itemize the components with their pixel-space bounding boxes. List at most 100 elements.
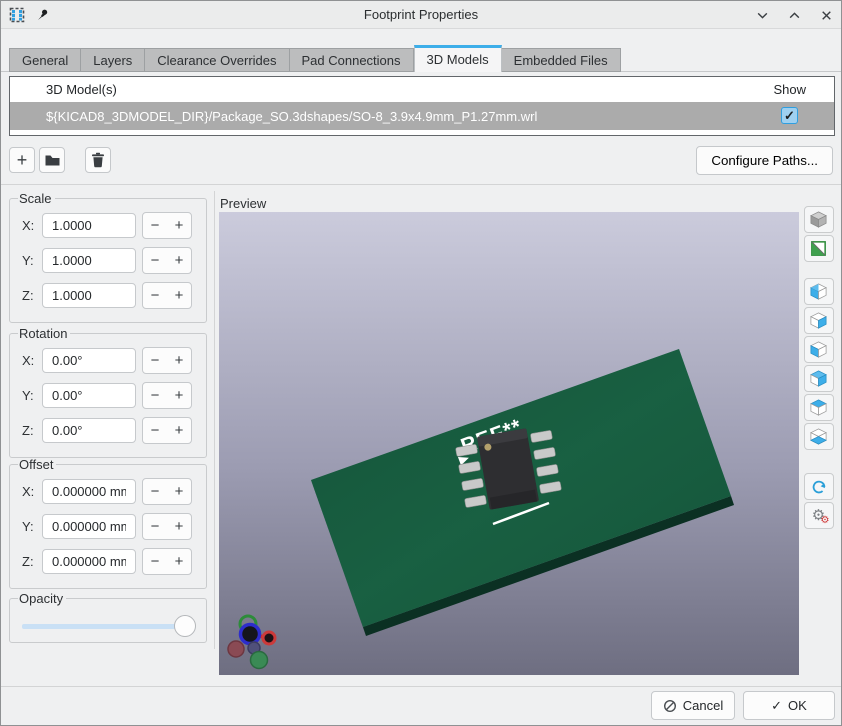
- view-right-icon[interactable]: [804, 307, 834, 334]
- increment-button[interactable]: +: [167, 479, 191, 504]
- decrement-button[interactable]: −: [143, 383, 167, 408]
- model-list: 3D Model(s) Show ${KICAD8_3DMODEL_DIR}/P…: [9, 76, 835, 136]
- decrement-button[interactable]: −: [143, 213, 167, 238]
- tab-layers[interactable]: Layers: [81, 48, 145, 72]
- increment-button[interactable]: +: [167, 248, 191, 273]
- rotation-legend: Rotation: [18, 326, 70, 341]
- offset-z-label: Z:: [22, 554, 42, 569]
- ok-check-icon: ✓: [771, 698, 782, 714]
- cancel-icon: [663, 699, 677, 713]
- tab-clearance-overrides[interactable]: Clearance Overrides: [145, 48, 289, 72]
- offset-z-input[interactable]: [42, 549, 136, 574]
- opacity-group: Opacity: [9, 591, 207, 643]
- rotation-z-label: Z:: [22, 423, 42, 438]
- scale-y-stepper: −+: [142, 247, 192, 274]
- scale-y-input[interactable]: [42, 248, 136, 273]
- minimize-icon[interactable]: [753, 6, 771, 24]
- close-icon[interactable]: [817, 6, 835, 24]
- add-model-button[interactable]: +: [9, 147, 35, 173]
- offset-group: Offset X: −+ Y: −+ Z: −+: [9, 457, 207, 589]
- tab-embedded-files[interactable]: Embedded Files: [502, 48, 621, 72]
- decrement-button[interactable]: −: [143, 348, 167, 373]
- offset-z-stepper: −+: [142, 548, 192, 575]
- decrement-button[interactable]: −: [143, 514, 167, 539]
- folder-icon: [44, 153, 61, 168]
- window-title: Footprint Properties: [1, 7, 841, 22]
- model-path: ${KICAD8_3DMODEL_DIR}/Package_SO.3dshape…: [10, 109, 537, 124]
- show-checkbox[interactable]: ✓: [781, 107, 798, 124]
- increment-button[interactable]: +: [167, 283, 191, 308]
- offset-x-label: X:: [22, 484, 42, 499]
- configure-paths-label: Configure Paths...: [711, 153, 818, 168]
- decrement-button[interactable]: −: [143, 479, 167, 504]
- tab-general[interactable]: General: [9, 48, 81, 72]
- footprint-properties-dialog: Footprint Properties General Layers Clea…: [0, 0, 842, 726]
- settings-gears-icon[interactable]: ⚙⚙: [804, 502, 834, 529]
- cancel-button[interactable]: Cancel: [651, 691, 735, 720]
- scale-y-label: Y:: [22, 253, 42, 268]
- view-bottom-icon[interactable]: [804, 423, 834, 450]
- model-row[interactable]: ${KICAD8_3DMODEL_DIR}/Package_SO.3dshape…: [10, 102, 834, 130]
- rotation-y-label: Y:: [22, 388, 42, 403]
- scale-x-input[interactable]: [42, 213, 136, 238]
- decrement-button[interactable]: −: [143, 418, 167, 443]
- increment-button[interactable]: +: [167, 418, 191, 443]
- 3d-preview-viewport[interactable]: REF**: [219, 212, 799, 675]
- slider-thumb[interactable]: [174, 615, 196, 637]
- view-top-icon[interactable]: [804, 394, 834, 421]
- increment-button[interactable]: +: [167, 348, 191, 373]
- board-plane-icon[interactable]: [804, 235, 834, 262]
- tab-pad-connections[interactable]: Pad Connections: [290, 48, 414, 72]
- view-left-icon[interactable]: [804, 278, 834, 305]
- decrement-button[interactable]: −: [143, 549, 167, 574]
- rotation-y-input[interactable]: [42, 383, 136, 408]
- trash-icon: [91, 152, 105, 168]
- view-front-icon[interactable]: [804, 336, 834, 363]
- offset-x-input[interactable]: [42, 479, 136, 504]
- delete-model-button[interactable]: [85, 147, 111, 173]
- tab-3d-models[interactable]: 3D Models: [414, 45, 502, 72]
- rotation-y-stepper: −+: [142, 382, 192, 409]
- model-list-header: 3D Model(s) Show: [10, 77, 834, 102]
- panel-separator: [214, 191, 215, 649]
- increment-button[interactable]: +: [167, 213, 191, 238]
- scale-x-label: X:: [22, 218, 42, 233]
- column-show: Show: [773, 82, 806, 97]
- increment-button[interactable]: +: [167, 383, 191, 408]
- cancel-label: Cancel: [683, 698, 723, 713]
- scale-z-label: Z:: [22, 288, 42, 303]
- increment-button[interactable]: +: [167, 549, 191, 574]
- section-separator: [1, 184, 841, 185]
- decrement-button[interactable]: −: [143, 248, 167, 273]
- scale-z-stepper: −+: [142, 282, 192, 309]
- ok-button[interactable]: ✓ OK: [743, 691, 835, 720]
- offset-x-stepper: −+: [142, 478, 192, 505]
- increment-button[interactable]: +: [167, 514, 191, 539]
- axis-origin-gizmo: [228, 616, 275, 669]
- browse-model-button[interactable]: [39, 147, 65, 173]
- offset-legend: Offset: [18, 457, 56, 472]
- opacity-legend: Opacity: [18, 591, 66, 606]
- refresh-icon[interactable]: [804, 473, 834, 500]
- rotation-z-stepper: −+: [142, 417, 192, 444]
- decrement-button[interactable]: −: [143, 283, 167, 308]
- scale-z-input[interactable]: [42, 283, 136, 308]
- 3d-board-render: REF**: [219, 212, 799, 675]
- check-icon: ✓: [784, 108, 795, 124]
- gray-cube-icon[interactable]: [804, 206, 834, 233]
- offset-y-input[interactable]: [42, 514, 136, 539]
- rotation-group: Rotation X: −+ Y: −+ Z: −+: [9, 326, 207, 458]
- titlebar: Footprint Properties: [1, 1, 841, 29]
- view-back-icon[interactable]: [804, 365, 834, 392]
- slider-track[interactable]: [22, 624, 194, 629]
- scale-x-stepper: −+: [142, 212, 192, 239]
- rotation-x-stepper: −+: [142, 347, 192, 374]
- configure-paths-button[interactable]: Configure Paths...: [696, 146, 833, 175]
- rotation-x-input[interactable]: [42, 348, 136, 373]
- opacity-slider[interactable]: [22, 612, 194, 640]
- preview-label: Preview: [220, 196, 266, 211]
- offset-y-stepper: −+: [142, 513, 192, 540]
- maximize-icon[interactable]: [785, 6, 803, 24]
- rotation-z-input[interactable]: [42, 418, 136, 443]
- footer-separator: [1, 686, 841, 687]
